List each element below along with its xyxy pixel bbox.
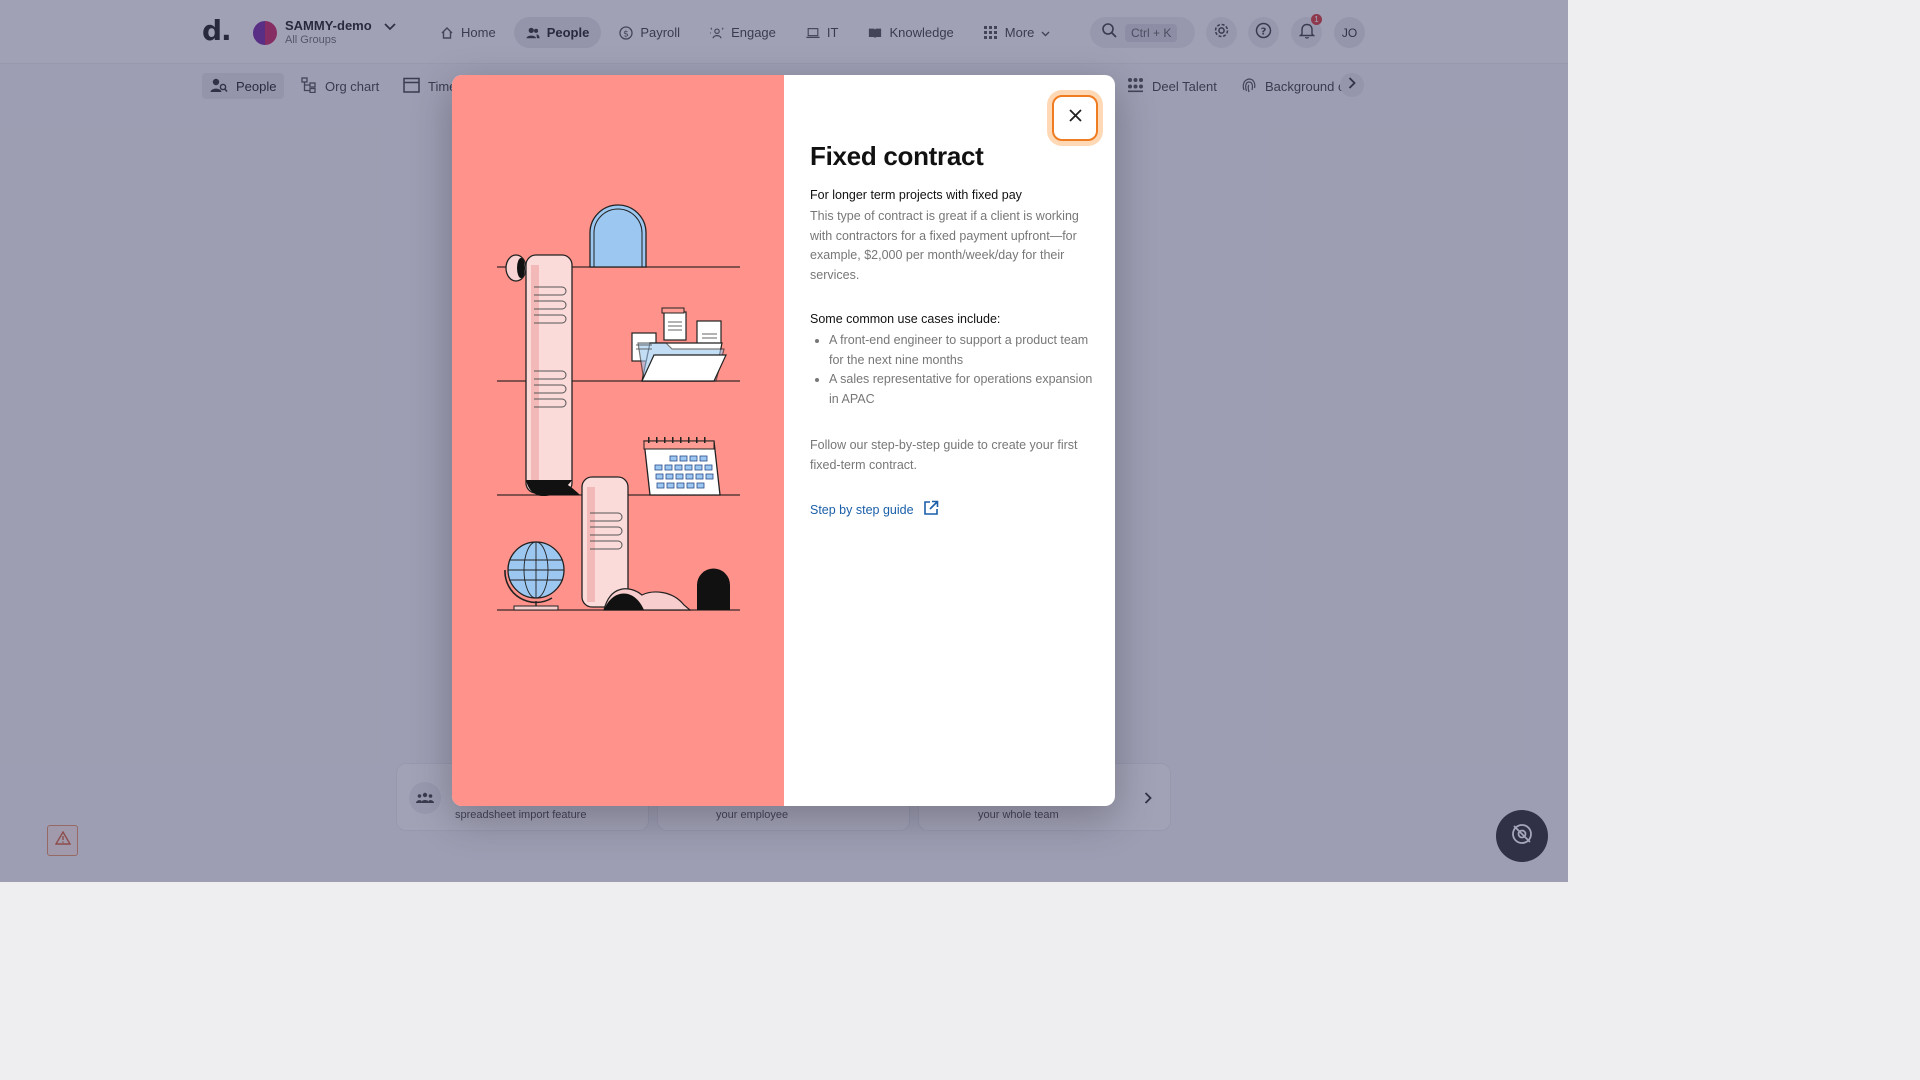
use-cases-heading: Some common use cases include: [810, 312, 1001, 326]
fixed-contract-modal: Fixed contract For longer term projects … [452, 75, 1115, 806]
step-by-step-guide-link[interactable]: Step by step guide [810, 500, 939, 519]
modal-subtitle: For longer term projects with fixed pay [810, 188, 1022, 202]
guide-link-label: Step by step guide [810, 502, 914, 517]
follow-guide-text: Follow our step-by-step guide to create … [810, 438, 1078, 472]
close-icon [1068, 109, 1082, 127]
modal-content: Fixed contract For longer term projects … [784, 75, 1115, 806]
modal-title: Fixed contract [810, 141, 984, 171]
modal-illustration-panel [452, 75, 784, 806]
list-item: A front-end engineer to support a produc… [829, 331, 1095, 370]
modal-description: This type of contract is great if a clie… [810, 209, 1079, 282]
external-link-icon [923, 500, 939, 519]
use-cases-list: A front-end engineer to support a produc… [829, 331, 1095, 409]
close-button[interactable] [1052, 95, 1098, 141]
contract-illustration [497, 204, 740, 611]
list-item: A sales representative for operations ex… [829, 370, 1095, 409]
